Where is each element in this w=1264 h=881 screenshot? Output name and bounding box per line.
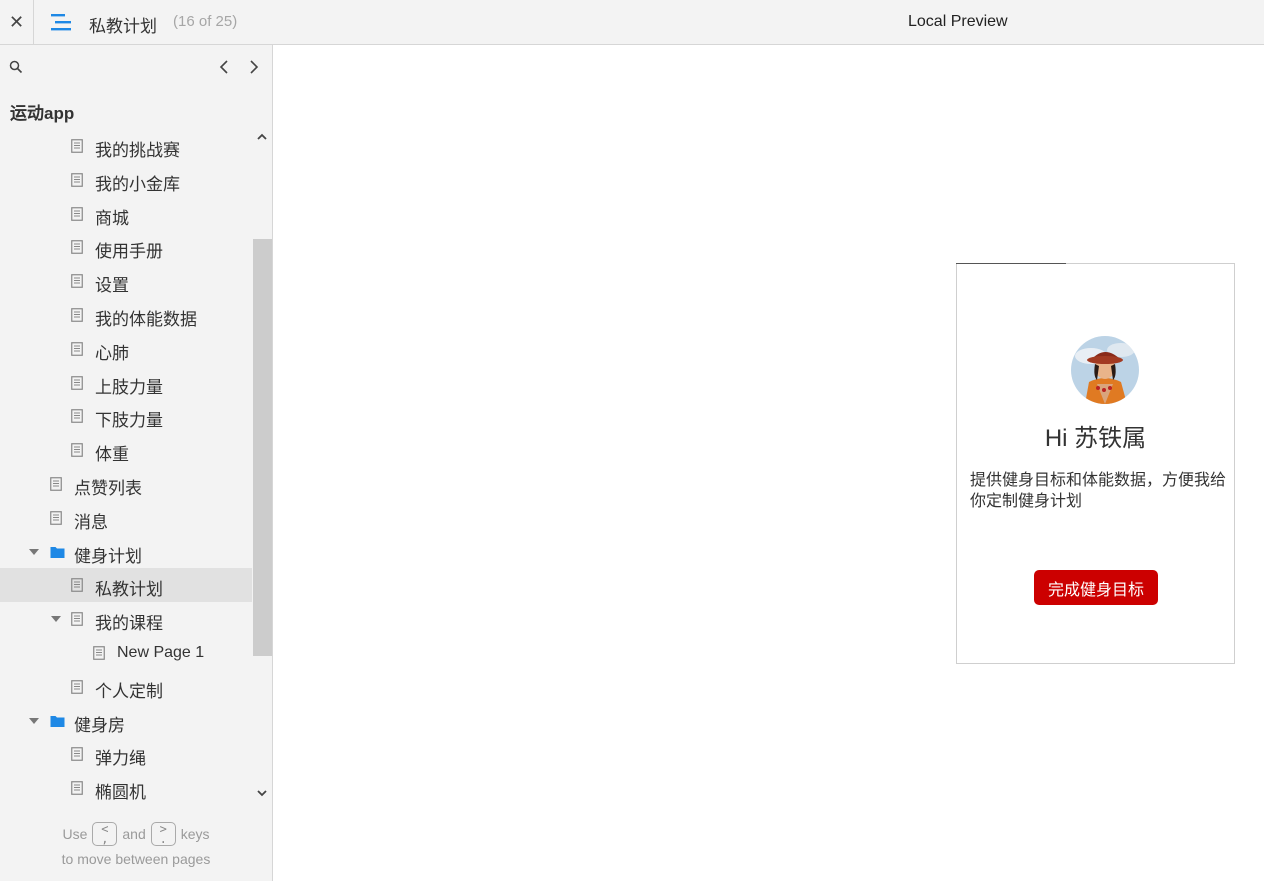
tree-item-label: 上肢力量 xyxy=(95,377,163,397)
tree-item-label: 心肺 xyxy=(95,343,129,363)
expand-caret-icon[interactable] xyxy=(28,715,40,727)
close-icon: ✕ xyxy=(8,11,25,32)
tree-item-label: 体重 xyxy=(95,445,129,465)
tree-folder[interactable]: 健身计划 xyxy=(0,535,252,569)
tree-page[interactable]: 我的小金库 xyxy=(0,163,252,197)
tree-page[interactable]: 使用手册 xyxy=(0,230,252,264)
tree-page[interactable]: 商城 xyxy=(0,197,252,231)
search-icon[interactable] xyxy=(9,60,23,74)
tree-item-label: 私教计划 xyxy=(95,580,163,600)
tree-page[interactable]: 上肢力量 xyxy=(0,366,252,400)
page-icon xyxy=(71,274,83,289)
expand-caret-icon[interactable] xyxy=(50,613,62,625)
page-tree: 我的挑战赛我的小金库商城使用手册设置我的体能数据 心肺上肢力量下肢力量体重点赞列表… xyxy=(0,129,252,801)
page-icon xyxy=(71,308,83,322)
tree-page[interactable]: 我的课程 xyxy=(0,602,252,636)
tree-item-label: 点赞列表 xyxy=(74,478,142,498)
top-bar: ✕ 私教计划 (16 of 25) Local Preview xyxy=(0,0,1264,45)
keyboard-hint: Use <, and >. keys to move between pages xyxy=(0,821,272,867)
tree-item-label: 我的课程 xyxy=(95,614,163,634)
tree-item-label: 健身房 xyxy=(74,715,125,735)
hint-and: and xyxy=(122,826,146,842)
key-next: >. xyxy=(150,822,176,846)
page-icon xyxy=(71,139,83,153)
page-count: (16 of 25) xyxy=(173,13,238,30)
page-icon xyxy=(71,578,83,593)
tree-folder[interactable]: 健身房 xyxy=(0,704,252,738)
page-icon xyxy=(50,510,62,525)
page-icon xyxy=(71,341,83,356)
folder-icon xyxy=(50,546,65,558)
tree-page[interactable]: 心肺 xyxy=(0,332,252,366)
hint-keys: keys xyxy=(180,826,210,842)
avatar xyxy=(1071,336,1139,404)
hint-line2: to move between pages xyxy=(61,851,211,867)
page-icon xyxy=(71,612,83,627)
page-icon xyxy=(50,477,62,491)
tree-item-label: 设置 xyxy=(95,276,129,296)
close-button[interactable]: ✕ xyxy=(0,0,34,44)
expand-caret-icon[interactable] xyxy=(28,546,40,558)
tree-page[interactable]: 点赞列表 xyxy=(0,467,252,501)
tree-item-label: 我的挑战赛 xyxy=(95,141,180,160)
scroll-up-icon[interactable] xyxy=(256,131,268,143)
tree-item-label: 弹力绳 xyxy=(95,749,146,769)
tree-item-label: 椭圆机 xyxy=(95,783,146,801)
tree-page[interactable]: 消息 xyxy=(0,501,252,535)
page-icon xyxy=(71,679,83,694)
page-icon xyxy=(71,781,83,795)
greeting: Hi 苏铁属 xyxy=(1044,425,1147,452)
tree-item-label: New Page 1 xyxy=(117,643,205,661)
tree-page[interactable]: 我的体能数据 xyxy=(0,298,252,332)
tree-item-label: 个人定制 xyxy=(95,681,163,701)
project-name: 运动app xyxy=(10,104,75,123)
page-icon xyxy=(71,172,83,187)
page-icon xyxy=(71,409,83,424)
tree-item-label: 商城 xyxy=(95,208,129,228)
preview-label: Local Preview xyxy=(908,13,1008,30)
tree-page[interactable]: 我的挑战赛 xyxy=(0,129,252,163)
key-prev: <, xyxy=(92,822,118,846)
hint-use: Use xyxy=(62,826,88,842)
page-icon xyxy=(71,443,83,458)
scroll-down-icon[interactable] xyxy=(256,787,268,799)
card-top-line xyxy=(956,263,1066,264)
tree-page[interactable]: New Page 1 xyxy=(0,636,252,670)
tree-item-label: 消息 xyxy=(74,512,108,532)
previous-page-icon[interactable] xyxy=(216,57,234,77)
tree-item-label: 下肢力量 xyxy=(95,411,163,431)
scrollbar-thumb[interactable] xyxy=(253,239,272,656)
tree-page[interactable]: 体重 xyxy=(0,433,252,467)
tree-page[interactable]: 设置 xyxy=(0,264,252,298)
complete-fitness-goal-button[interactable]: 完成健身目标 xyxy=(1034,570,1158,605)
menu-icon[interactable] xyxy=(50,12,72,32)
page-icon xyxy=(71,240,83,255)
tree-item-label: 我的小金库 xyxy=(95,174,180,194)
tree-page[interactable]: 个人定制 xyxy=(0,670,252,704)
next-page-icon[interactable] xyxy=(245,57,263,77)
tree-page[interactable]: 弹力绳 xyxy=(0,737,252,771)
tree-page[interactable]: 椭圆机 xyxy=(0,771,252,801)
tree-item-label: 使用手册 xyxy=(95,242,163,262)
tree-item-label: 我的体能数据 xyxy=(95,309,197,329)
tree-page[interactable]: 私教计划 xyxy=(0,568,252,603)
page-icon xyxy=(71,206,83,221)
page-icon xyxy=(71,375,83,390)
page-icon xyxy=(71,747,83,762)
sidebar: 运动app 我的挑战赛我的小金库商城使用手册设置我的体能数据 心肺上肢力量下肢力量… xyxy=(0,45,273,881)
page-title: 私教计划 xyxy=(89,17,157,36)
tree-item-label: 健身计划 xyxy=(74,546,142,566)
tree-page[interactable]: 下肢力量 xyxy=(0,399,252,433)
preview-card: Hi 苏铁属 提供健身目标和体能数据，方便我给你定制健身计划 完成健身目标 xyxy=(956,263,1235,664)
folder-icon xyxy=(50,715,65,727)
page-icon xyxy=(93,646,105,660)
description: 提供健身目标和体能数据，方便我给你定制健身计划 xyxy=(970,472,1227,510)
